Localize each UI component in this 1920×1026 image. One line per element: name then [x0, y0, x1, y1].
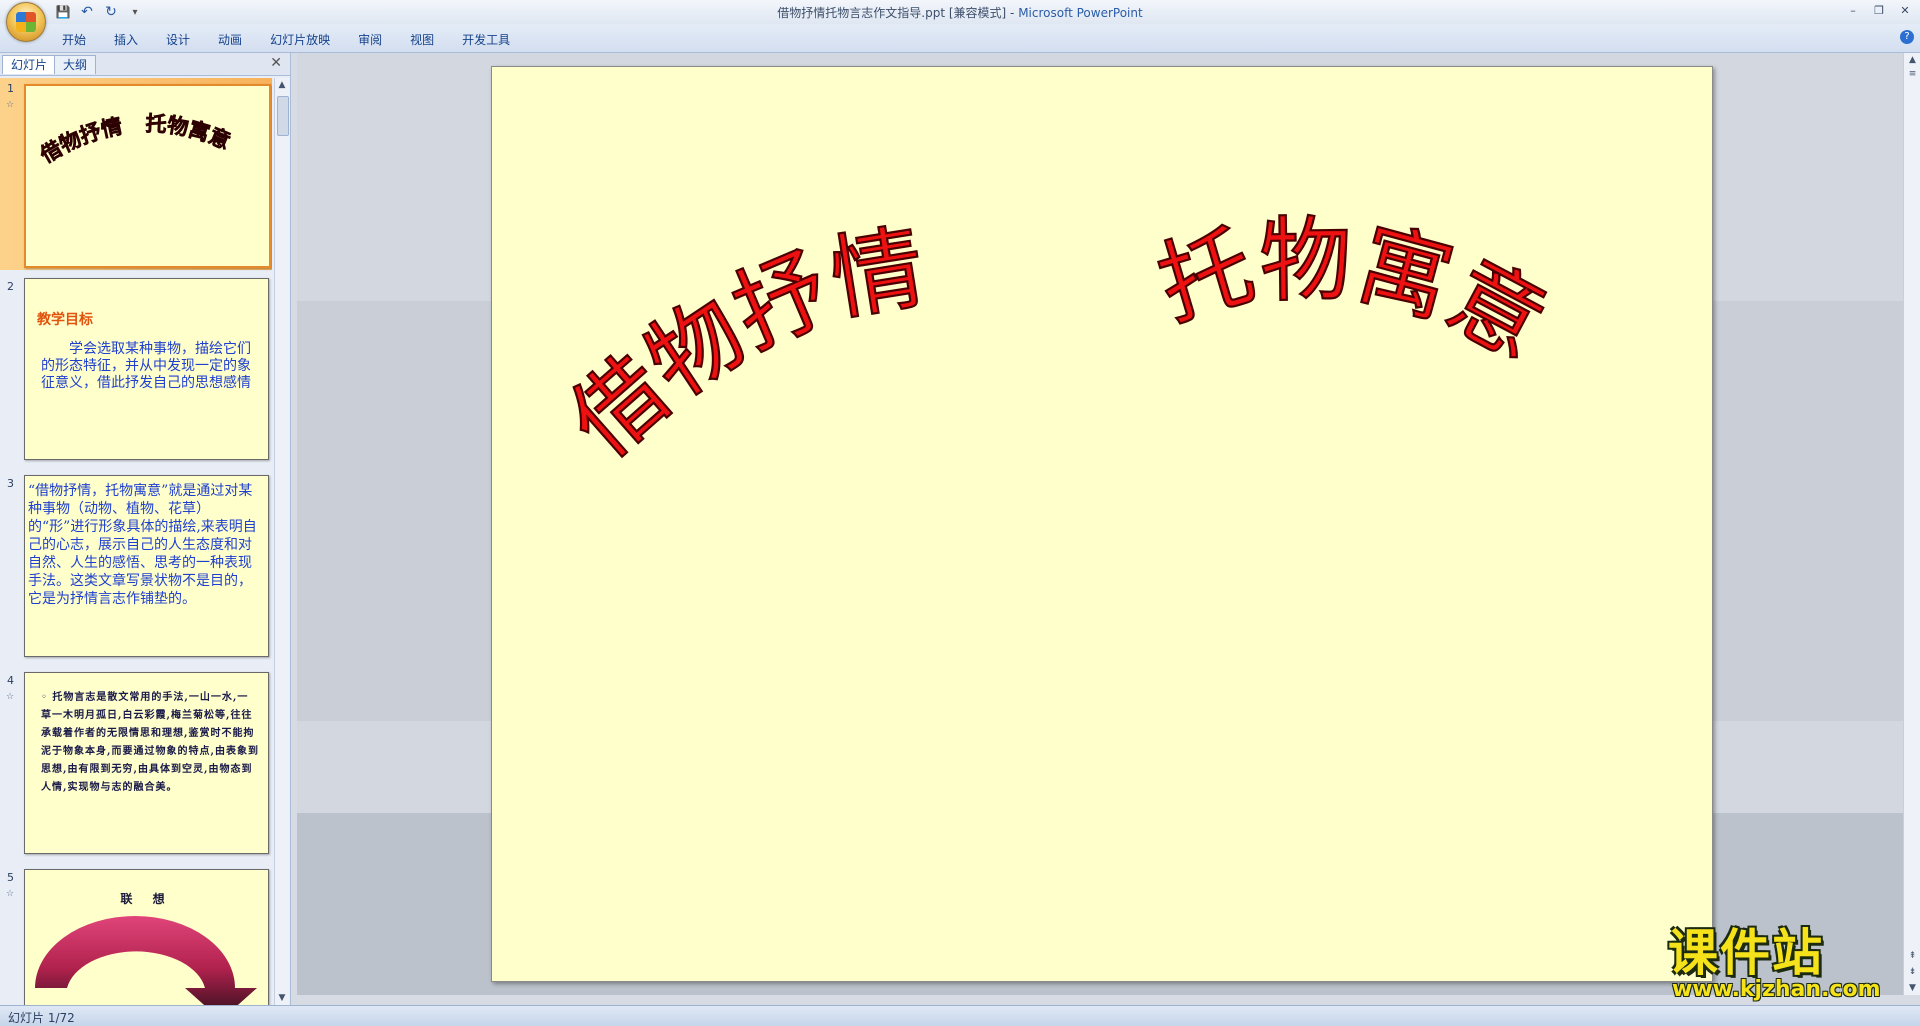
arc-arrow-graphic [35, 916, 257, 1005]
scroll-up-icon[interactable]: ▲ [1905, 53, 1920, 67]
thumbnail-number: 2 [7, 280, 14, 293]
document-name: 借物抒情托物言志作文指导.ppt [兼容模式] [777, 6, 1007, 20]
status-bar: 幻灯片 1/72 [0, 1005, 1920, 1026]
window-controls: – ❐ ✕ [1844, 2, 1914, 18]
watermark-title: 课件站 [1668, 924, 1824, 982]
ribbon-tab-3[interactable]: 动画 [204, 28, 256, 51]
scroll-thumb[interactable] [277, 96, 289, 136]
title-separator: - [1006, 6, 1019, 20]
slide-thumbnail-3[interactable]: “借物抒情，托物寓意”就是通过对某种事物（动物、植物、花草）的“形”进行形象具体… [24, 475, 269, 657]
app-name: Microsoft PowerPoint [1018, 6, 1143, 20]
thumbnail-title-text: 借物抒情 托物寓意 [35, 111, 234, 168]
slide-thumbnail-4[interactable]: ◦ 托物言志是散文常用的手法,一山一水,一草一木明月孤日,白云彩霞,梅兰菊松等,… [24, 672, 269, 854]
thumbnail-number: 4 [7, 674, 14, 687]
ribbon-tab-4[interactable]: 幻灯片放映 [256, 28, 344, 51]
slide-count-status: 幻灯片 1/72 [8, 1011, 75, 1025]
thumbnail-body: ◦ 托物言志是散文常用的手法,一山一水,一草一木明月孤日,白云彩霞,梅兰菊松等,… [41, 692, 259, 793]
scroll-down-icon[interactable]: ▼ [1905, 981, 1920, 995]
ribbon-tab-5[interactable]: 审阅 [344, 28, 396, 51]
watermark-url: www.kjzhan.com [1672, 977, 1881, 1002]
thumbnail-number: 3 [7, 477, 14, 490]
slide-title-right[interactable]: 托物寓意 [1146, 206, 1564, 381]
slide-title-left[interactable]: 借物抒情 [549, 213, 932, 479]
close-icon[interactable]: ✕ [270, 55, 282, 71]
slide-thumbnail-5[interactable]: 联 想 [24, 869, 269, 1005]
tab-outline[interactable]: 大纲 [54, 55, 97, 74]
next-slide-icon[interactable]: ⇟ [1905, 965, 1920, 979]
vertical-scrollbar[interactable]: ▲ ≡ ⇞ ⇟ ▼ [1903, 53, 1920, 995]
thumbnail-row-2[interactable]: 2 教学目标 学会选取某种事物，描绘它们的形态特征，并从中发现一定的象征意义，借… [0, 276, 272, 466]
slide-thumbnail-1[interactable]: 借物抒情 托物寓意 [24, 84, 271, 268]
ribbon-tab-0[interactable]: 开始 [48, 28, 100, 51]
window-title: 借物抒情托物言志作文指导.ppt [兼容模式] - Microsoft Powe… [0, 4, 1920, 21]
help-icon[interactable]: ? [1900, 30, 1914, 44]
thumbnail-heading: 教学目标 [37, 312, 93, 328]
ribbon-tab-2[interactable]: 设计 [152, 28, 204, 51]
thumbnail-list: 1 ☆ 借物抒情 托物寓意 2 教学目标 学会选取某种事物，描绘它们的形态特征，并… [0, 78, 272, 1005]
scroll-thumb[interactable]: ≡ [1905, 67, 1920, 81]
scroll-up-icon[interactable]: ▲ [275, 78, 289, 92]
ribbon-tab-6[interactable]: 视图 [396, 28, 448, 51]
thumbnail-row-3[interactable]: 3 “借物抒情，托物寓意”就是通过对某种事物（动物、植物、花草）的“形”进行形象… [0, 473, 272, 663]
previous-slide-icon[interactable]: ⇞ [1905, 949, 1920, 963]
thumbnail-title-art: 借物抒情 托物寓意 [34, 110, 234, 168]
slides-pane: 幻灯片 大纲 ✕ 1 ☆ 借物抒情 托物寓意 2 教学目标 学会选取某种事物，描… [0, 53, 291, 1005]
thumbnail-row-5[interactable]: 5 ☆ 联 想 [0, 867, 272, 1005]
office-logo-icon [16, 12, 36, 32]
ribbon-tab-bar: 开始 插入 设计 动画 幻灯片放映 审阅 视图 开发工具 ? [0, 24, 1920, 53]
ribbon-tab-7[interactable]: 开发工具 [448, 28, 524, 51]
animation-star-icon: ☆ [6, 889, 15, 899]
thumbnail-body: “借物抒情，托物寓意”就是通过对某种事物（动物、植物、花草）的“形”进行形象具体… [28, 483, 257, 607]
scroll-down-icon[interactable]: ▼ [275, 991, 289, 1005]
thumbnail-row-1[interactable]: 1 ☆ 借物抒情 托物寓意 [0, 78, 272, 270]
ribbon-tab-1[interactable]: 插入 [100, 28, 152, 51]
thumbnail-title-left: 借物抒情 [35, 113, 125, 168]
thumbnail-title-right: 托物寓意 [145, 111, 234, 154]
thumbnail-number: 1 [7, 82, 14, 95]
tab-slides[interactable]: 幻灯片 [2, 55, 57, 74]
ribbon-tabs: 开始 插入 设计 动画 幻灯片放映 审阅 视图 开发工具 [48, 28, 524, 51]
animation-star-icon: ☆ [6, 100, 15, 110]
slide-editing-area: 借物抒情 托物寓意 [297, 53, 1903, 995]
current-slide[interactable]: 借物抒情 托物寓意 [491, 66, 1713, 982]
thumbnail-number: 5 [7, 871, 14, 884]
title-bar: 💾 ↶ ↻ ▾ 借物抒情托物言志作文指导.ppt [兼容模式] - Micros… [0, 0, 1920, 42]
close-button[interactable]: ✕ [1896, 2, 1914, 18]
animation-star-icon: ☆ [6, 692, 15, 702]
pane-tabs: 幻灯片 大纲 ✕ [0, 53, 290, 76]
thumbnail-scrollbar[interactable]: ▲ ▼ [274, 78, 289, 1005]
slide-title-wordart[interactable]: 借物抒情 托物寓意 [492, 67, 1712, 981]
site-watermark-logo: 课件站 www.kjzhan.com [1668, 924, 1904, 1002]
slide-thumbnail-2[interactable]: 教学目标 学会选取某种事物，描绘它们的形态特征，并从中发现一定的象征意义，借此抒… [24, 278, 269, 460]
restore-button[interactable]: ❐ [1870, 2, 1888, 18]
thumbnail-row-4[interactable]: 4 ☆ ◦ 托物言志是散文常用的手法,一山一水,一草一木明月孤日,白云彩霞,梅兰… [0, 670, 272, 860]
thumbnail-body: 学会选取某种事物，描绘它们的形态特征，并从中发现一定的象征意义，借此抒发自己的思… [41, 341, 251, 391]
minimize-button[interactable]: – [1844, 2, 1862, 18]
office-button[interactable] [6, 2, 46, 42]
